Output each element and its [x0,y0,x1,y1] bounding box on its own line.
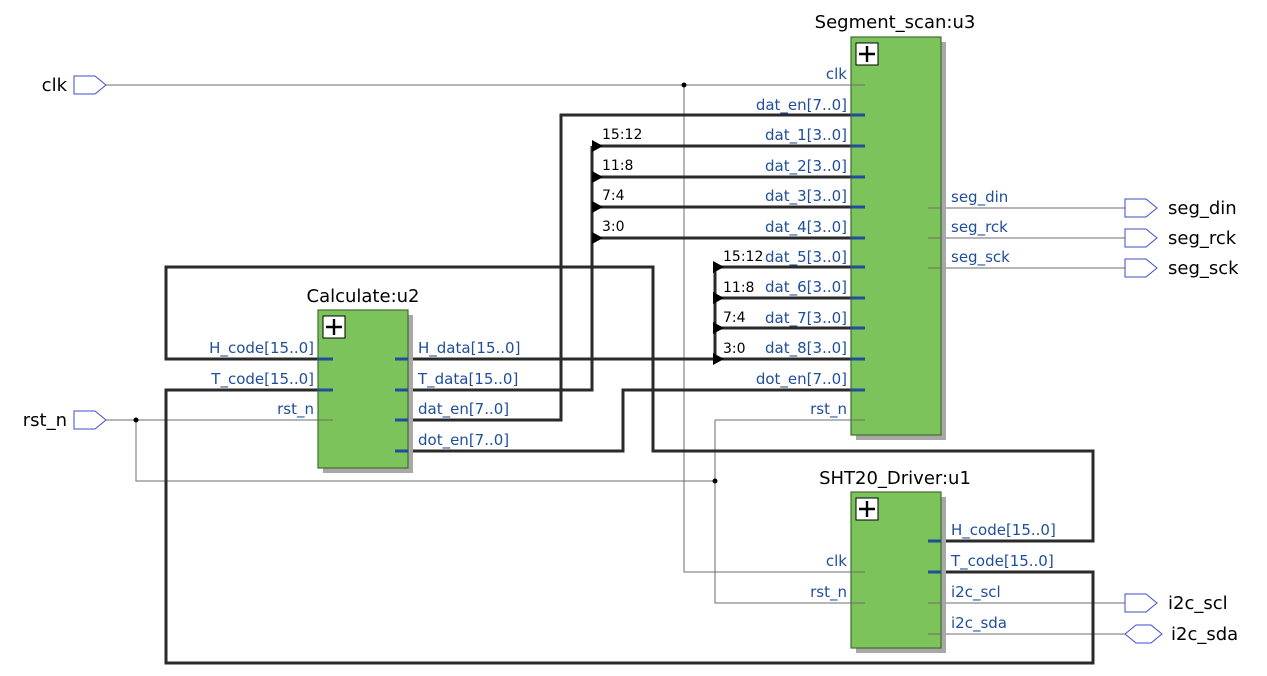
schematic-canvas: 15:12 11:8 7:4 3:0 15:12 11:8 7:4 3:0 Se… [23,12,1239,665]
slice-label: 15:12 [602,127,642,143]
slice-label: 7:4 [602,188,625,204]
io-label-clk: clk [42,75,68,96]
io-label-rst-n: rst_n [23,410,67,431]
output-pin-icon[interactable] [1124,198,1158,218]
output-pin-icon[interactable] [1124,593,1158,613]
port-label-seg-rck: seg_rck [951,218,1008,237]
junction-dot [133,417,139,423]
port-label-clk: clk [826,65,847,83]
port-label-dot-en: dot_en[7..0] [756,370,847,389]
port-label-h-code: H_code[15..0] [951,521,1056,540]
slice-label: 3:0 [602,219,625,235]
slice-label: 11:8 [602,158,633,174]
slice-label: 15:12 [723,249,763,265]
port-label-rst-n: rst_n [810,400,847,419]
port-label-h-code: H_code[15..0] [209,339,314,358]
port-label-dat-7: dat_7[3..0] [765,309,847,328]
port-label-dat-3: dat_3[3..0] [765,187,847,206]
port-label-i2c-sda: i2c_sda [951,614,1007,633]
segment-scan-block[interactable]: Segment_scan:u3 clk dat_en[7..0] dat_1[3… [756,12,1010,440]
slice-label: 7:4 [723,310,746,326]
port-label-h-data: H_data[15..0] [418,339,520,358]
bit-slice-labels: 15:12 11:8 7:4 3:0 15:12 11:8 7:4 3:0 [602,127,763,357]
port-label-rst-n: rst_n [810,583,847,602]
port-label-dat-en: dat_en[7..0] [756,96,847,115]
calculate-block[interactable]: Calculate:u2 H_code[15..0] T_code[15..0]… [209,286,520,473]
port-label-clk: clk [826,552,847,570]
port-label-dat-4: dat_4[3..0] [765,218,847,237]
block-title: Segment_scan:u3 [815,12,976,33]
io-label-seg-din: seg_din [1168,198,1237,219]
io-label-seg-sck: seg_sck [1168,258,1239,279]
block-body[interactable] [850,36,942,436]
junction-dot [712,478,718,484]
slice-label: 3:0 [723,341,746,357]
input-pin-icon[interactable] [73,75,107,95]
port-label-dat-2: dat_2[3..0] [765,157,847,176]
port-label-dat-6: dat_6[3..0] [765,278,847,297]
output-pin-icon[interactable] [1124,228,1158,248]
io-label-seg-rck: seg_rck [1168,228,1237,249]
port-label-i2c-scl: i2c_scl [951,583,1001,602]
port-label-t-code: T_code[15..0] [210,370,314,389]
sht20-driver-block[interactable]: SHT20_Driver:u1 clk rst_n H_code[15..0] … [810,468,1056,653]
output-pin-icon[interactable] [1124,258,1158,278]
port-label-dat-1: dat_1[3..0] [765,126,847,145]
port-label-seg-sck: seg_sck [951,248,1010,267]
block-title: SHT20_Driver:u1 [819,468,971,489]
port-label-dat-5: dat_5[3..0] [765,248,847,267]
port-label-dot-en: dot_en[7..0] [418,431,509,450]
slice-label: 11:8 [723,280,754,296]
port-label-dat-8: dat_8[3..0] [765,339,847,358]
port-label-t-data: T_data[15..0] [417,370,518,389]
io-label-i2c-scl: i2c_scl [1168,593,1228,614]
port-label-t-code: T_code[15..0] [950,552,1054,571]
junction-dot [681,82,687,88]
bidir-pin-icon[interactable] [1124,624,1163,644]
input-pin-icon[interactable] [73,410,107,430]
port-label-seg-din: seg_din [951,188,1008,207]
io-label-i2c-sda: i2c_sda [1171,624,1238,645]
port-label-rst-n: rst_n [277,400,314,419]
port-label-dat-en: dat_en[7..0] [418,400,509,419]
wire-rst-n-to-sht20 [714,420,865,604]
block-title: Calculate:u2 [307,286,420,307]
